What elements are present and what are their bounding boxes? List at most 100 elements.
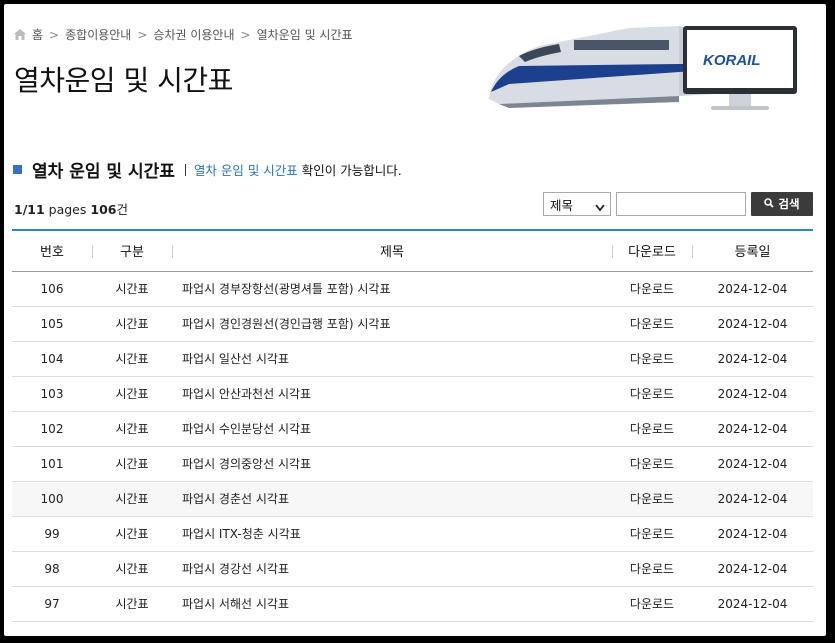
row-category: 시간표 [115,352,149,366]
download-link[interactable]: 다운로드 [612,306,692,341]
header-no: 번호 [40,245,64,261]
breadcrumb-guide[interactable]: 종합이용안내 [65,26,131,43]
section-header: 열차 운임 및 시간표 열차 운임 및 시간표 확인이 가능합니다. [13,157,402,182]
divider [612,245,613,258]
page-title: 열차운임 및 시간표 [14,64,233,97]
section-bullet-icon [13,165,22,174]
hero-banner: KORAIL [479,4,819,119]
row-category: 시간표 [115,457,149,471]
section-desc-link: 열차 운임 및 시간표 [193,163,298,178]
table-row: 103 시간표 파업시 안산과천선 시각표 다운로드 2024-12-04 [12,376,813,411]
download-link[interactable]: 다운로드 [612,411,692,446]
row-category: 시간표 [115,597,149,611]
table-row: 98 시간표 파업시 경강선 시각표 다운로드 2024-12-04 [12,551,813,586]
row-title-link[interactable]: 파업시 경춘선 시각표 [172,481,612,516]
row-title-link[interactable]: 파업시 일산선 시각표 [172,341,612,376]
download-link[interactable]: 다운로드 [612,551,692,586]
row-category: 시간표 [115,422,149,436]
section-title: 열차 운임 및 시간표 [32,162,175,182]
row-title-link[interactable]: 파업시 경인경원선(경인급행 포함) 시각표 [172,306,612,341]
search-bar: 제목 검색 [543,192,813,216]
download-link[interactable]: 다운로드 [612,376,692,411]
download-link[interactable]: 다운로드 [612,516,692,551]
row-no: 103 [40,386,64,401]
row-category: 시간표 [115,527,149,541]
row-date: 2024-12-04 [717,596,788,611]
chevron-right-icon: > [49,27,60,42]
row-title-link[interactable]: 파업시 경의중앙선 시각표 [172,446,612,481]
row-date: 2024-12-04 [717,561,788,576]
count-unit: 건 [116,202,128,217]
search-button-label: 검색 [778,197,800,211]
table-header-row: 번호 구분 제목 다운로드 등록일 [12,230,813,271]
search-input[interactable] [616,192,746,216]
korail-logo: KORAIL [703,52,761,69]
row-no: 105 [40,316,64,331]
row-no: 102 [40,421,64,436]
table-row: 101 시간표 파업시 경의중앙선 시각표 다운로드 2024-12-04 [12,446,813,481]
chevron-right-icon: > [240,27,251,42]
search-type-select[interactable]: 제목 [543,192,611,216]
page-count: 1/11 pages 106건 [14,199,128,218]
row-date: 2024-12-04 [717,526,788,541]
header-download: 다운로드 [612,230,692,271]
table-row: 104 시간표 파업시 일산선 시각표 다운로드 2024-12-04 [12,341,813,376]
table-row: 106 시간표 파업시 경부장항선(광명셔틀 포함) 시각표 다운로드 2024… [12,271,813,306]
train-illustration [489,26,714,108]
page-frame: 홈 > 종합이용안내 > 승차권 이용안내 > 열차운임 및 시간표 열차운임 … [4,4,826,636]
row-no: 101 [40,456,64,471]
chevron-down-icon [595,200,605,215]
search-icon [764,197,775,211]
row-title-link[interactable]: 파업시 경강선 시각표 [172,551,612,586]
row-category: 시간표 [115,317,149,331]
header-category: 구분 [92,230,172,271]
chevron-right-icon: > [137,27,148,42]
breadcrumb-current: 열차운임 및 시간표 [256,28,353,42]
row-no: 100 [40,491,64,506]
divider [92,245,93,258]
search-button[interactable]: 검색 [751,192,813,216]
download-link[interactable]: 다운로드 [612,341,692,376]
row-date: 2024-12-04 [717,386,788,401]
breadcrumb: 홈 > 종합이용안내 > 승차권 이용안내 > 열차운임 및 시간표 [14,26,353,43]
timetable-list: 번호 구분 제목 다운로드 등록일 106 시간표 파업시 경부장항선(광명셔틀… [12,229,813,622]
divider [184,163,186,176]
row-title-link[interactable]: 파업시 서해선 시각표 [172,586,612,621]
breadcrumb-home[interactable]: 홈 [32,26,43,43]
table-row: 100 시간표 파업시 경춘선 시각표 다운로드 2024-12-04 [12,481,813,516]
row-category: 시간표 [115,387,149,401]
table-row: 102 시간표 파업시 수인분당선 시각표 다운로드 2024-12-04 [12,411,813,446]
row-no: 98 [44,561,60,576]
row-category: 시간표 [115,282,149,296]
row-date: 2024-12-04 [717,456,788,471]
divider [692,245,693,258]
monitor-illustration: KORAIL [683,26,797,110]
section-desc-text: 확인이 가능합니다. [297,163,402,178]
table-row: 97 시간표 파업시 서해선 시각표 다운로드 2024-12-04 [12,586,813,621]
row-date: 2024-12-04 [717,281,788,296]
row-title-link[interactable]: 파업시 수인분당선 시각표 [172,411,612,446]
download-link[interactable]: 다운로드 [612,446,692,481]
table-row: 105 시간표 파업시 경인경원선(경인급행 포함) 시각표 다운로드 2024… [12,306,813,341]
header-title: 제목 [172,230,612,271]
row-title-link[interactable]: 파업시 안산과천선 시각표 [172,376,612,411]
row-date: 2024-12-04 [717,351,788,366]
home-icon[interactable] [14,29,26,40]
download-link[interactable]: 다운로드 [612,481,692,516]
section-description: 열차 운임 및 시간표 확인이 가능합니다. [194,160,402,179]
row-no: 106 [40,281,64,296]
row-date: 2024-12-04 [717,316,788,331]
pages-label: pages [48,202,87,217]
total-count: 106 [90,202,117,217]
download-link[interactable]: 다운로드 [612,586,692,621]
table-row: 99 시간표 파업시 ITX-청춘 시각표 다운로드 2024-12-04 [12,516,813,551]
row-category: 시간표 [115,562,149,576]
row-title-link[interactable]: 파업시 ITX-청춘 시각표 [172,516,612,551]
row-title-link[interactable]: 파업시 경부장항선(광명셔틀 포함) 시각표 [172,271,612,306]
header-date: 등록일 [692,230,813,271]
row-date: 2024-12-04 [717,491,788,506]
download-link[interactable]: 다운로드 [612,271,692,306]
row-no: 97 [44,596,60,611]
page-indicator: 1/11 [14,202,45,217]
breadcrumb-ticket[interactable]: 승차권 이용안내 [153,26,234,43]
